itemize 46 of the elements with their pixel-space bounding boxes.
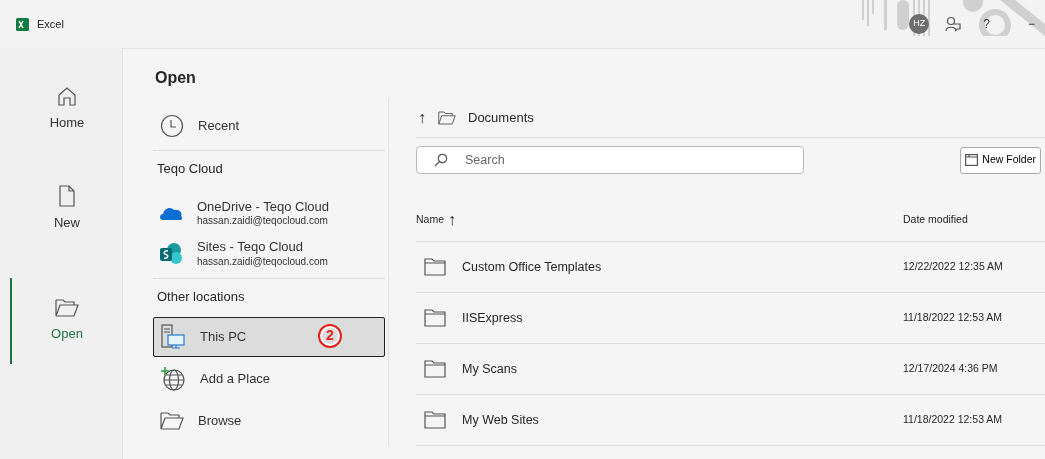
up-button[interactable]: ↑ [418,109,426,126]
folder-path: Documents [468,108,534,127]
file-name[interactable]: My Web Sites [462,410,539,430]
folder-icon [424,411,446,429]
app-title: Excel [37,16,64,32]
location-item[interactable]: This PC 2 [153,316,385,357]
date-modified: 11/18/2022 12:53 AM [903,412,1004,428]
new-folder-button[interactable]: New Folder [960,146,1041,174]
nav-item[interactable]: Home [10,66,122,152]
home-icon [56,85,78,108]
computer-icon [160,323,186,350]
date-modified: 12/22/2022 12:35 AM [903,259,1004,275]
date-modified: 12/17/2024 4:36 PM [903,361,999,377]
folder-icon [424,360,446,378]
column-header[interactable]: Date modified [903,211,1045,228]
feedback-icon[interactable] [945,16,962,32]
date-modified: 11/18/2022 12:53 AM [903,310,1004,326]
excel-logo-icon [16,17,29,31]
section-heading: Teqo Cloud [153,150,385,187]
file-name[interactable]: IISExpress [462,308,523,328]
search-field[interactable]: Search [416,146,804,174]
location-item[interactable]: Sites - Teqo Cloud hassan.zaidi@teqocloud.com [153,233,385,274]
clock-icon [160,114,184,138]
page-title: Open [155,68,197,88]
folder-icon [424,258,446,276]
file-name[interactable]: Custom Office Templates [462,257,602,277]
location-item[interactable]: OneDrive - Teqo Cloud hassan.zaidi@teqocloud.com [153,192,385,234]
folder-icon [160,410,184,431]
account-avatar[interactable]: HZ [909,14,930,34]
column-header[interactable]: Name [416,211,444,228]
file-name[interactable]: My Scans [462,359,517,379]
folder-icon [55,298,79,319]
location-item[interactable]: Recent [153,106,385,146]
search-icon [434,153,448,167]
sites-icon [159,241,183,266]
location-item[interactable]: Browse [153,400,385,441]
section-heading: Other locations [153,278,385,315]
minimize-button[interactable]: − [1022,15,1041,33]
nav-item[interactable]: New [10,166,122,252]
location-item[interactable]: Add a Place [153,358,385,399]
step-callout: 2 [318,323,342,348]
folder-icon [965,154,979,166]
globe-add-icon [160,365,186,392]
page-icon [58,185,76,208]
sort-arrow-icon: ↑ [448,211,456,228]
folder-icon [424,309,446,327]
